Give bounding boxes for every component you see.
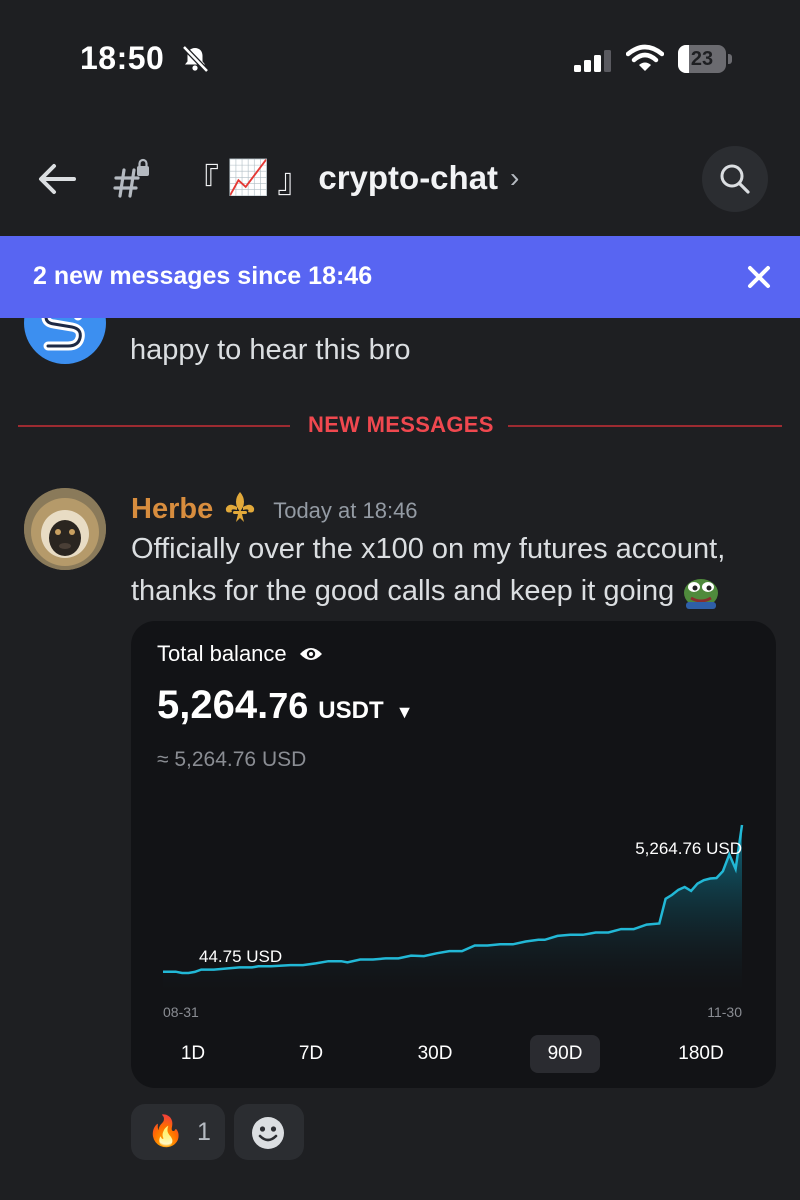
- fire-reaction[interactable]: 🔥 1: [131, 1104, 225, 1160]
- range-tab-180d[interactable]: 180D: [661, 1035, 741, 1073]
- search-button[interactable]: [702, 146, 768, 212]
- x-axis-end-label: 11-30: [707, 1004, 742, 1020]
- banner-text: 2 new messages since 18:46: [33, 262, 373, 290]
- balance-card-image[interactable]: Total balance 5,264. 76 USDT ▼ ≈ 5,264.7…: [131, 621, 776, 1088]
- channel-bracket-close: 』: [277, 162, 311, 199]
- status-bar: 18:50 23: [0, 0, 800, 120]
- pepe-emoji-icon: [684, 579, 719, 610]
- chart-max-label: 5,264.76 USD: [635, 839, 742, 858]
- author-name[interactable]: Herbe: [131, 493, 213, 526]
- balance-area-chart: 44.75 USD 5,264.76 USD 08-31 11-30: [163, 824, 744, 1020]
- message-header: Herbe Today at 18:46: [131, 484, 418, 526]
- channel-title[interactable]: 『 📈 』 crypto-chat ›: [186, 154, 519, 202]
- battery-level: 23: [690, 48, 714, 70]
- message-timestamp: Today at 18:46: [273, 498, 418, 523]
- locked-channel-hash-icon: [113, 158, 149, 198]
- x-axis-start-label: 08-31: [163, 1004, 199, 1020]
- fleur-de-lis-icon: [226, 492, 255, 522]
- new-messages-divider: NEW MESSAGES: [18, 410, 782, 440]
- author-avatar[interactable]: [24, 488, 106, 570]
- divider-label: NEW MESSAGES: [308, 412, 494, 437]
- battery-cap: [728, 54, 732, 64]
- chart-increasing-icon: 📈: [227, 159, 270, 197]
- search-icon: [720, 164, 750, 194]
- chat-screen: 18:50 23 『 📈 』 crypto-chat › happy to he…: [0, 0, 800, 1200]
- range-tab-1d[interactable]: 1D: [163, 1035, 223, 1073]
- monkey-avatar-image: [24, 488, 106, 570]
- range-tabs: 1D 7D 30D 90D 180D: [131, 1035, 776, 1075]
- message-text: Officially over the x100 on my futures a…: [131, 533, 726, 607]
- new-messages-banner[interactable]: 2 new messages since 18:46: [0, 236, 800, 318]
- signal-icon: [574, 50, 611, 72]
- range-tab-90d[interactable]: 90D: [530, 1035, 600, 1073]
- wifi-icon: [626, 44, 664, 71]
- chart-min-label: 44.75 USD: [199, 947, 282, 966]
- add-reaction-button[interactable]: [234, 1104, 304, 1160]
- reaction-count: 1: [197, 1118, 211, 1146]
- chevron-right-icon: ›: [510, 162, 520, 193]
- back-arrow-icon[interactable]: [34, 156, 80, 202]
- channel-bracket-open: 『: [186, 162, 219, 199]
- divider-line-right: [508, 425, 782, 427]
- status-time: 18:50: [80, 40, 165, 76]
- channel-name: crypto-chat: [318, 159, 499, 196]
- divider-line-left: [18, 425, 290, 427]
- smile-icon: [252, 1117, 284, 1149]
- range-tab-7d[interactable]: 7D: [281, 1035, 341, 1073]
- close-icon[interactable]: [746, 264, 772, 290]
- previous-message-text: happy to hear this bro: [130, 334, 411, 366]
- bell-muted-icon: [182, 45, 209, 73]
- range-tab-30d[interactable]: 30D: [400, 1035, 470, 1073]
- fire-icon: 🔥: [147, 1115, 185, 1148]
- channel-header: 『 📈 』 crypto-chat ›: [0, 120, 800, 236]
- battery-indicator: 23: [678, 45, 732, 73]
- message-body: Officially over the x100 on my futures a…: [131, 528, 791, 612]
